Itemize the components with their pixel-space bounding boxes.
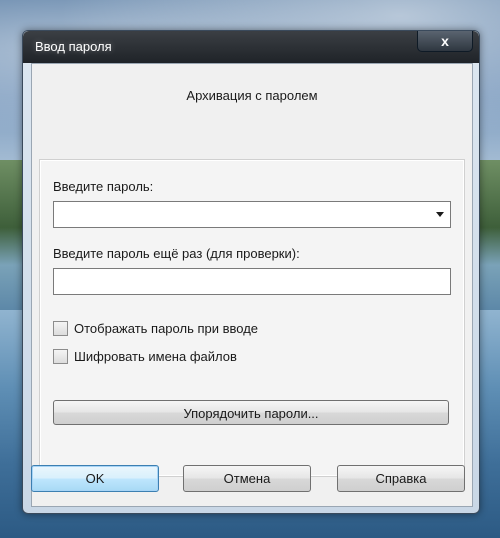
- dialog-subtitle: Архивация с паролем: [186, 88, 318, 103]
- password-group-panel: Введите пароль: Введите пароль ещё раз (…: [39, 159, 465, 477]
- close-icon: x: [441, 33, 449, 49]
- password-dialog: Ввод пароля x Архивация с паролем Введит…: [22, 30, 480, 514]
- window-title: Ввод пароля: [35, 39, 112, 54]
- organize-passwords-button[interactable]: Упорядочить пароли...: [53, 400, 449, 425]
- chevron-down-icon[interactable]: [436, 212, 444, 217]
- encrypt-names-label[interactable]: Шифровать имена файлов: [74, 349, 237, 364]
- show-password-option[interactable]: Отображать пароль при вводе: [53, 321, 258, 336]
- cancel-button[interactable]: Отмена: [183, 465, 311, 492]
- confirm-password-field[interactable]: [53, 268, 451, 295]
- show-password-label[interactable]: Отображать пароль при вводе: [74, 321, 258, 336]
- help-button[interactable]: Справка: [337, 465, 465, 492]
- close-button[interactable]: x: [417, 31, 473, 52]
- confirm-password-label: Введите пароль ещё раз (для проверки):: [53, 246, 300, 261]
- encrypt-names-checkbox[interactable]: [53, 349, 68, 364]
- show-password-checkbox[interactable]: [53, 321, 68, 336]
- password-combo[interactable]: [53, 201, 451, 228]
- ok-button[interactable]: OK: [31, 465, 159, 492]
- title-bar[interactable]: Ввод пароля x: [23, 31, 479, 63]
- dialog-client-area: Архивация с паролем Введите пароль: Введ…: [31, 63, 473, 507]
- password-label: Введите пароль:: [53, 179, 154, 194]
- encrypt-names-option[interactable]: Шифровать имена файлов: [53, 349, 237, 364]
